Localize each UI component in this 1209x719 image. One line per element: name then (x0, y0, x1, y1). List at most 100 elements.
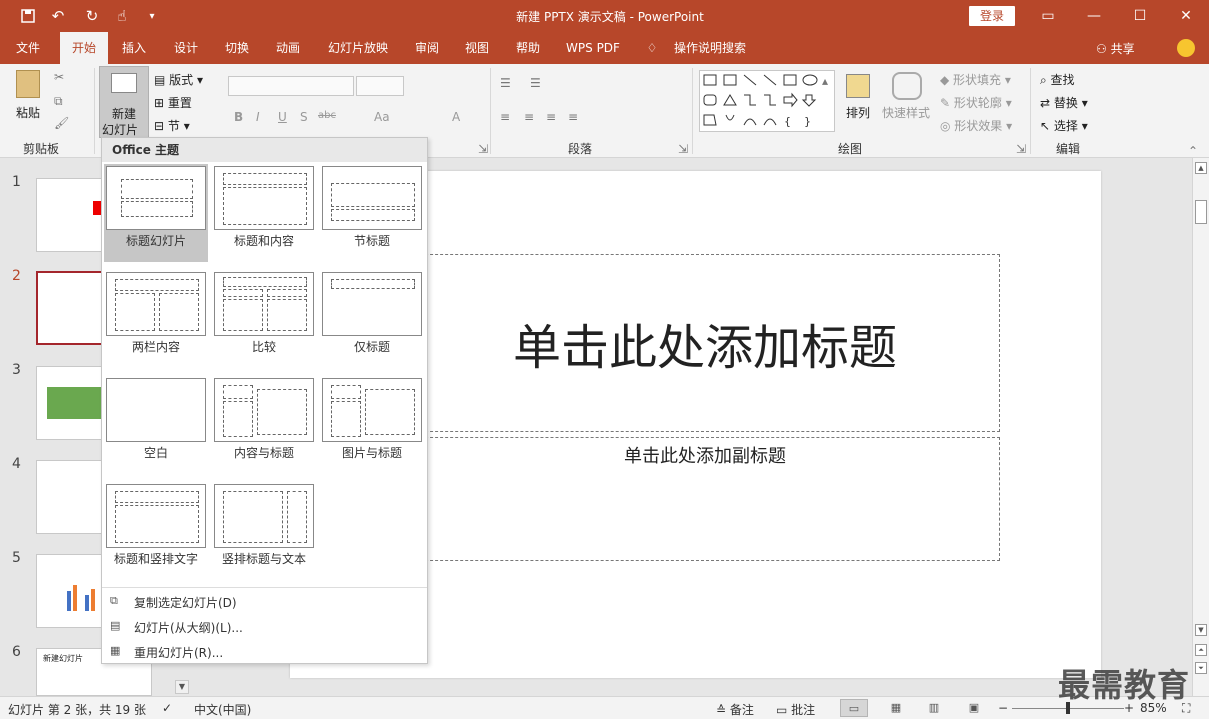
spell-check-icon[interactable]: ✓ (162, 701, 172, 715)
select-button[interactable]: ↖ 选择 ▾ (1040, 117, 1088, 134)
tab-animations[interactable]: 动画 (268, 32, 308, 64)
layout-two-content[interactable]: 两栏内容 (104, 270, 208, 368)
align-left-icon[interactable]: ≡ (500, 110, 510, 124)
find-button[interactable]: ⌕ 查找 (1040, 71, 1075, 88)
language-indicator[interactable]: 中文(中国) (194, 701, 251, 718)
tab-insert[interactable]: 插入 (114, 32, 154, 64)
tab-view[interactable]: 视图 (457, 32, 497, 64)
minimize-icon[interactable]: — (1071, 0, 1117, 32)
subtitle-placeholder[interactable]: 单击此处添加副标题 (410, 437, 1000, 561)
shapes-gallery[interactable]: {} (699, 70, 835, 132)
shape-effects-button[interactable]: ◎ 形状效果 ▾ (940, 117, 1012, 134)
copy-icon[interactable]: ⧉ (54, 94, 63, 109)
layout-comparison[interactable]: 比较 (212, 270, 316, 368)
layout-section-header[interactable]: 节标题 (320, 164, 424, 262)
reading-view-button[interactable]: ▥ (920, 699, 948, 717)
effects-icon: ◎ (940, 119, 955, 133)
font-color-button[interactable]: A (452, 110, 460, 124)
login-button[interactable]: 登录 (969, 6, 1015, 26)
notes-button[interactable]: ≙ 备注 (716, 701, 754, 718)
align-right-icon[interactable]: ≡ (546, 110, 556, 124)
tab-help[interactable]: 帮助 (508, 32, 548, 64)
vertical-scrollbar[interactable]: ▲ ▼ ⏶ ⏷ (1192, 158, 1209, 696)
svg-text:{: { (784, 115, 791, 128)
quick-styles-button[interactable]: 快速样式 (882, 104, 930, 121)
tab-home[interactable]: 开始 (60, 32, 108, 64)
scroll-up-icon[interactable]: ▲ (1195, 162, 1207, 174)
maximize-icon[interactable]: ☐ (1117, 0, 1163, 32)
layout-title-and-content[interactable]: 标题和内容 (212, 164, 316, 262)
arrange-icon[interactable] (846, 74, 870, 98)
paste-button[interactable]: 粘贴 (16, 104, 40, 121)
save-icon[interactable] (16, 6, 40, 26)
tab-transitions[interactable]: 切换 (217, 32, 257, 64)
slideshow-view-button[interactable]: ▣ (960, 699, 988, 717)
reset-button[interactable]: ⊞ 重置 (154, 94, 192, 111)
font-name-combo[interactable] (228, 76, 354, 96)
tab-review[interactable]: 审阅 (407, 32, 447, 64)
normal-view-button[interactable]: ▭ (840, 699, 868, 717)
reuse-slides[interactable]: 重用幻灯片(R)... (134, 644, 223, 661)
title-placeholder[interactable]: 单击此处添加标题 (410, 254, 1000, 432)
slide-number: 1 (12, 174, 21, 190)
tab-slideshow[interactable]: 幻灯片放映 (320, 32, 396, 64)
layout-vertical-title-and-text[interactable]: 竖排标题与文本 (212, 482, 316, 580)
next-slide-icon[interactable]: ⏷ (1195, 662, 1207, 674)
previous-slide-icon[interactable]: ⏶ (1195, 644, 1207, 656)
layout-content-with-caption[interactable]: 内容与标题 (212, 376, 316, 474)
customize-icon[interactable]: ▾ (140, 6, 164, 26)
change-case-button[interactable]: Aa (374, 110, 390, 124)
cut-icon[interactable]: ✂ (54, 70, 64, 84)
arrange-button[interactable]: 排列 (846, 104, 870, 121)
align-center-icon[interactable]: ≡ (524, 110, 534, 124)
tab-wps-pdf[interactable]: WPS PDF (558, 32, 628, 64)
paste-icon[interactable] (16, 70, 40, 98)
format-painter-icon[interactable]: 🖌 (54, 116, 69, 130)
layout-blank[interactable]: 空白 (104, 376, 208, 474)
scroll-thumb[interactable] (1195, 200, 1207, 224)
font-size-combo[interactable] (356, 76, 404, 96)
shadow-button[interactable]: S (300, 110, 308, 124)
scroll-down-icon[interactable]: ▼ (175, 680, 189, 694)
ribbon-display-icon[interactable]: ▭ (1025, 0, 1071, 32)
replace-button[interactable]: ⇄ 替换 ▾ (1040, 94, 1088, 111)
layout-title-vertical-text[interactable]: 标题和竖排文字 (104, 482, 208, 580)
shape-outline-button[interactable]: ✎ 形状轮廓 ▾ (940, 94, 1012, 111)
tab-design[interactable]: 设计 (166, 32, 206, 64)
layout-title-slide[interactable]: 标题幻灯片 (104, 164, 208, 262)
justify-icon[interactable]: ≡ (568, 110, 578, 124)
section-button[interactable]: ⊟ 节 ▾ (154, 117, 190, 134)
scroll-down-icon[interactable]: ▼ (1195, 624, 1207, 636)
smiley-icon[interactable] (1177, 39, 1195, 57)
tell-me-search[interactable]: 操作说明搜索 (670, 32, 750, 64)
shapes-scroll-icon[interactable]: ▴ (822, 74, 828, 88)
strikethrough-button[interactable]: abc (318, 110, 336, 121)
comments-button[interactable]: ▭ 批注 (776, 701, 815, 718)
slide-sorter-view-button[interactable]: ▦ (882, 699, 910, 717)
share-button[interactable]: ⚇ 共享 (1096, 40, 1135, 57)
zoom-out-icon[interactable]: − (998, 701, 1008, 715)
font-dialog-launcher-icon[interactable]: ⇲ (478, 142, 488, 156)
drawing-dialog-launcher-icon[interactable]: ⇲ (1016, 142, 1026, 156)
touch-mode-icon[interactable]: ☝ (110, 6, 134, 26)
redo-icon[interactable]: ↻ (80, 6, 104, 26)
underline-button[interactable]: U (278, 110, 287, 124)
bold-button[interactable]: B (234, 110, 243, 124)
duplicate-selected-slides[interactable]: 复制选定幻灯片(D) (134, 594, 237, 611)
layout-title-only[interactable]: 仅标题 (320, 270, 424, 368)
shape-fill-button[interactable]: ◆ 形状填充 ▾ (940, 71, 1011, 88)
layout-button[interactable]: ▤ 版式 ▾ (154, 71, 203, 88)
slides-from-outline[interactable]: 幻灯片(从大纲)(L)... (134, 619, 243, 636)
numbering-icon[interactable]: ☰ (530, 76, 541, 90)
undo-icon[interactable]: ↶ (46, 6, 70, 26)
paragraph-dialog-launcher-icon[interactable]: ⇲ (678, 142, 688, 156)
layout-picture-with-caption[interactable]: 图片与标题 (320, 376, 424, 474)
close-icon[interactable]: ✕ (1163, 0, 1209, 32)
italic-button[interactable]: I (256, 110, 260, 124)
title-bar: ↶ ↻ ☝ ▾ 新建 PPTX 演示文稿 - PowerPoint 登录 ▭ —… (0, 0, 1209, 32)
tab-file[interactable]: 文件 (8, 32, 48, 64)
quick-styles-icon[interactable] (892, 72, 922, 100)
new-slide-button[interactable]: 新建 幻灯片 (99, 66, 149, 138)
bullets-icon[interactable]: ☰ (500, 76, 511, 90)
collapse-ribbon-icon[interactable]: ⌃ (1188, 144, 1198, 158)
